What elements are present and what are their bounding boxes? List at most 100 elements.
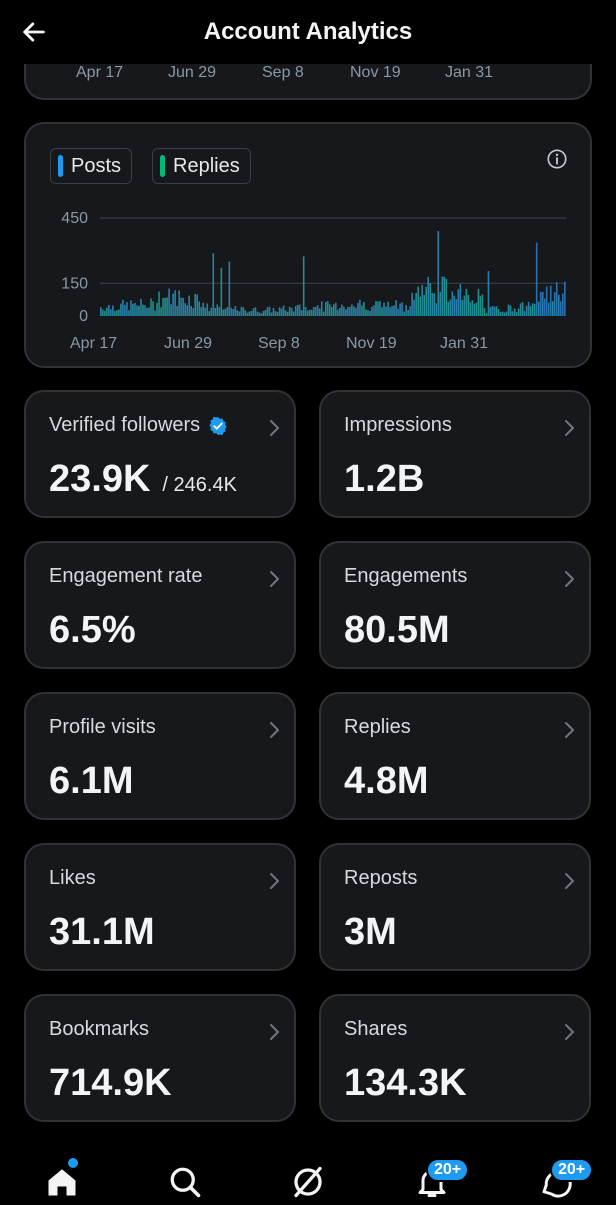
chart-bar [166, 297, 168, 316]
stat-card-likes[interactable]: Likes 31.1M [24, 843, 296, 971]
chart-bar [174, 290, 176, 316]
chart-bar [501, 311, 504, 316]
chart-bar [545, 286, 548, 316]
chart-bar [324, 302, 327, 316]
chart-bar [439, 291, 442, 316]
chart-bar [104, 311, 106, 316]
stat-label: Engagements [344, 565, 468, 587]
chart-bar [146, 307, 148, 316]
chart-bar [469, 302, 472, 316]
chart-bar [210, 307, 213, 316]
chart-bar [445, 278, 448, 316]
chart-bar [296, 305, 299, 316]
chart-bar [421, 284, 423, 316]
chart-bar [401, 302, 403, 316]
chart-bar [176, 305, 178, 316]
chart-bar [256, 311, 259, 316]
nav-home[interactable] [44, 1164, 80, 1200]
stat-value: 714.9K [49, 1062, 172, 1104]
chart-bar [345, 309, 347, 316]
chart-bar [337, 309, 339, 316]
chart-bar [140, 298, 142, 316]
chart-bar [204, 307, 207, 316]
chart-bar [246, 312, 249, 316]
stat-label: Bookmarks [49, 1018, 150, 1040]
chart-bar [122, 299, 124, 316]
chart-bar [339, 308, 341, 316]
chart-bar [553, 292, 556, 316]
chart-bar [284, 310, 287, 316]
chart-bar [168, 288, 170, 316]
chart-bar [559, 301, 562, 316]
stat-card-engagements[interactable]: Engagements 80.5M [319, 541, 591, 669]
chevron-right-icon [565, 571, 574, 587]
stat-card-shares[interactable]: Shares 134.3K [319, 994, 591, 1122]
chart-bar [150, 298, 152, 316]
chart-bar [106, 307, 108, 316]
chart-bar [220, 267, 223, 316]
stat-value: 23.9K / 246.4K [49, 458, 237, 501]
chart-bar [226, 307, 229, 316]
chart-bar [110, 309, 112, 316]
chart-bar [383, 302, 385, 316]
chart-bar [266, 307, 269, 316]
chevron-right-icon [270, 873, 279, 889]
chart-bar [419, 296, 421, 316]
chart-bar [375, 301, 377, 316]
chart-bar [224, 308, 227, 316]
chart-bar [407, 309, 409, 316]
chart-bar [178, 290, 180, 316]
chart-bar [126, 301, 128, 316]
chart-bar [515, 312, 518, 316]
chevron-right-icon [270, 571, 279, 587]
stat-card-engagement-rate[interactable]: Engagement rate 6.5% [24, 541, 296, 669]
chart-bar [314, 306, 317, 316]
chart-bar [286, 311, 289, 316]
chart-bar [108, 304, 110, 316]
chart-bar [160, 307, 162, 316]
chart-bar [557, 294, 560, 316]
chart-bar [214, 308, 217, 316]
chart-bar [316, 305, 319, 316]
chart-bar [312, 306, 315, 316]
chart-bar [347, 306, 349, 316]
verified-badge-icon [209, 416, 227, 435]
home-icon [48, 1169, 76, 1196]
chart-bar [451, 291, 454, 316]
chart-bar [186, 305, 188, 316]
chevron-right-icon [270, 1024, 279, 1040]
stat-card-bookmarks[interactable]: Bookmarks 714.9K [24, 994, 296, 1122]
chart-bar [240, 306, 243, 316]
chart-bar [511, 311, 514, 316]
stat-card-replies[interactable]: Replies 4.8M [319, 692, 591, 820]
nav-grok[interactable] [290, 1164, 326, 1200]
chart-bar [431, 292, 434, 316]
chart-bar [475, 302, 478, 316]
chart-bar [134, 302, 136, 316]
stat-label: Profile visits [49, 716, 156, 738]
nav-search[interactable] [167, 1164, 203, 1200]
chart-bar [507, 304, 510, 316]
chart-bar [513, 308, 516, 316]
chart-bar [397, 308, 399, 316]
stat-card-profile-visits[interactable]: Profile visits 6.1M [24, 692, 296, 820]
chart-bar [276, 311, 279, 316]
x-tick-label: Jun 29 [164, 335, 212, 352]
chart-bar [531, 303, 534, 316]
x-tick-label: Sep 8 [258, 335, 300, 352]
stat-value: 6.5% [49, 609, 136, 651]
home-notification-dot [68, 1158, 78, 1168]
chart-bar [413, 299, 415, 316]
chart-bar [349, 306, 351, 316]
chart-bar [551, 301, 554, 316]
stat-card-reposts[interactable]: Reposts 3M [319, 843, 591, 971]
stat-card-verified-followers[interactable]: Verified followers 23.9K / 246.4K [24, 390, 296, 518]
chart-bar [212, 253, 215, 316]
chart-bar [100, 307, 102, 316]
chart-bar [403, 311, 405, 316]
chart-bar [298, 304, 301, 316]
chart-bar [429, 282, 432, 316]
chart-bar [304, 307, 307, 316]
stat-card-impressions[interactable]: Impressions 1.2B [319, 390, 591, 518]
top-bar: Account Analytics [0, 0, 616, 64]
